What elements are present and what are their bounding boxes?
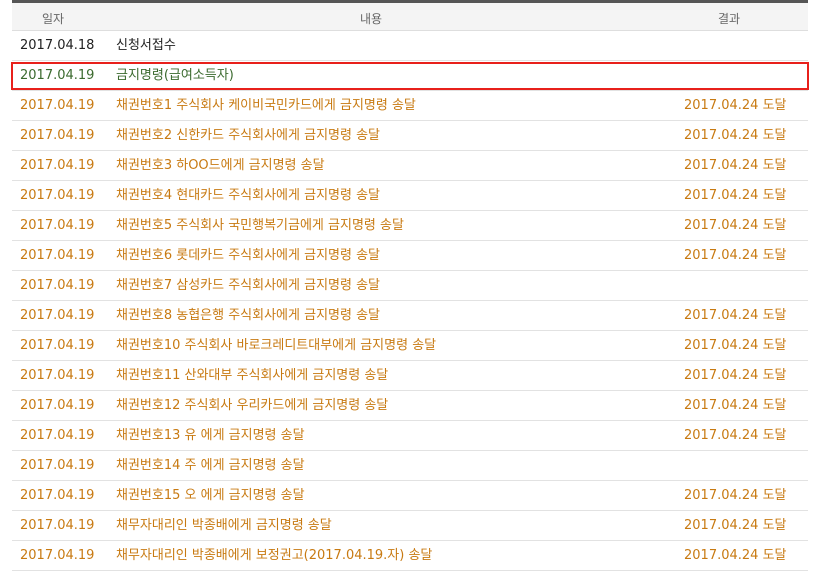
row-date: 2017.04.19 xyxy=(20,278,95,293)
row-date: 2017.04.19 xyxy=(20,308,95,323)
table-row: 2017.04.19 채권번호8 농협은행 주식회사에게 금지명령 송달 2017.… xyxy=(12,301,808,331)
row-date: 2017.04.19 xyxy=(20,68,95,83)
table-row: 2017.04.19 채권번호1 주식회사 케이비국민카드에게 금지명령 송달 20… xyxy=(12,91,808,121)
row-date: 2017.04.19 xyxy=(20,368,95,383)
row-result: 2017.04.24 도달 xyxy=(684,488,787,503)
row-date: 2017.04.19 xyxy=(20,398,95,413)
row-content: 채권번호6 롯데카드 주식회사에게 금지명령 송달 xyxy=(116,248,381,263)
row-date: 2017.04.19 xyxy=(20,98,95,113)
row-result: 2017.04.24 도달 xyxy=(684,548,787,563)
row-date: 2017.04.19 xyxy=(20,488,95,503)
table-row: 2017.04.19 채권번호12 주식회사 우리카드에게 금지명령 송달 2017… xyxy=(12,391,808,421)
column-header-date: 일자 xyxy=(42,12,65,26)
row-date: 2017.04.19 xyxy=(20,158,95,173)
table-row: 2017.04.19 채무자대리인 박종배에게 보정권고(2017.04.19.자… xyxy=(12,541,808,571)
row-date: 2017.04.19 xyxy=(20,548,95,563)
row-date: 2017.04.19 xyxy=(20,188,95,203)
row-date: 2017.04.18 xyxy=(20,38,95,53)
table-row: 2017.04.19 채권번호4 현대카드 주식회사에게 금지명령 송달 2017.… xyxy=(12,181,808,211)
row-content: 채권번호12 주식회사 우리카드에게 금지명령 송달 xyxy=(116,398,389,413)
row-result: 2017.04.24 도달 xyxy=(684,158,787,173)
row-content: 신청서접수 xyxy=(116,38,176,53)
row-date: 2017.04.19 xyxy=(20,458,95,473)
case-history-table: 일자 내용 결과 2017.04.18 신청서접수 2017.04.19 금지명령(급… xyxy=(11,0,809,571)
table-row: 2017.04.18 신청서접수 xyxy=(12,31,808,61)
table-row-highlighted: 2017.04.19 금지명령(급여소득자) xyxy=(11,61,809,91)
row-content: 채권번호13 유 에게 금지명령 송달 xyxy=(116,428,305,443)
row-content: 채무자대리인 박종배에게 보정권고(2017.04.19.자) 송달 xyxy=(116,548,433,563)
row-content: 채무자대리인 박종배에게 금지명령 송달 xyxy=(116,518,332,533)
row-result: 2017.04.24 도달 xyxy=(684,518,787,533)
row-result: 2017.04.24 도달 xyxy=(684,428,787,443)
row-content: 채권번호8 농협은행 주식회사에게 금지명령 송달 xyxy=(116,308,381,323)
table-row: 2017.04.19 채권번호2 신한카드 주식회사에게 금지명령 송달 2017.… xyxy=(12,121,808,151)
table-row: 2017.04.19 채권번호10 주식회사 바로크레디트대부에게 금지명령 송달… xyxy=(12,331,808,361)
row-content: 채권번호14 주 에게 금지명령 송달 xyxy=(116,458,305,473)
table-row: 2017.04.19 채권번호13 유 에게 금지명령 송달 2017.04.24 … xyxy=(12,421,808,451)
table-body: 2017.04.18 신청서접수 2017.04.19 금지명령(급여소득자) 2017… xyxy=(11,31,809,571)
row-result: 2017.04.24 도달 xyxy=(684,338,787,353)
column-header-content: 내용 xyxy=(360,12,383,26)
table-header: 일자 내용 결과 xyxy=(12,0,808,31)
row-result: 2017.04.24 도달 xyxy=(684,218,787,233)
row-result: 2017.04.24 도달 xyxy=(684,248,787,263)
row-content: 채권번호11 산와대부 주식회사에게 금지명령 송달 xyxy=(116,368,389,383)
row-content: 채권번호2 신한카드 주식회사에게 금지명령 송달 xyxy=(116,128,381,143)
row-date: 2017.04.19 xyxy=(20,338,95,353)
row-result: 2017.04.24 도달 xyxy=(684,368,787,383)
table-row: 2017.04.19 채권번호3 하OO드에게 금지명령 송달 2017.04.24… xyxy=(12,151,808,181)
row-content: 채권번호15 오 에게 금지명령 송달 xyxy=(116,488,305,503)
row-content: 채권번호1 주식회사 케이비국민카드에게 금지명령 송달 xyxy=(116,98,416,113)
row-date: 2017.04.19 xyxy=(20,248,95,263)
row-content: 채권번호5 주식회사 국민행복기금에게 금지명령 송달 xyxy=(116,218,404,233)
row-date: 2017.04.19 xyxy=(20,128,95,143)
row-result: 2017.04.24 도달 xyxy=(684,308,787,323)
row-content: 금지명령(급여소득자) xyxy=(116,68,234,83)
table-row: 2017.04.19 채권번호15 오 에게 금지명령 송달 2017.04.24 … xyxy=(12,481,808,511)
row-date: 2017.04.19 xyxy=(20,428,95,443)
row-result: 2017.04.24 도달 xyxy=(684,98,787,113)
table-row: 2017.04.19 채권번호5 주식회사 국민행복기금에게 금지명령 송달 201… xyxy=(12,211,808,241)
row-content: 채권번호3 하OO드에게 금지명령 송달 xyxy=(116,158,325,173)
column-header-result: 결과 xyxy=(718,12,741,26)
row-result: 2017.04.24 도달 xyxy=(684,128,787,143)
table-row: 2017.04.19 채권번호7 삼성카드 주식회사에게 금지명령 송달 xyxy=(12,271,808,301)
table-row: 2017.04.19 채무자대리인 박종배에게 금지명령 송달 2017.04.24… xyxy=(12,511,808,541)
row-date: 2017.04.19 xyxy=(20,518,95,533)
table-row: 2017.04.19 채권번호6 롯데카드 주식회사에게 금지명령 송달 2017.… xyxy=(12,241,808,271)
row-content: 채권번호10 주식회사 바로크레디트대부에게 금지명령 송달 xyxy=(116,338,437,353)
row-content: 채권번호7 삼성카드 주식회사에게 금지명령 송달 xyxy=(116,278,381,293)
row-content: 채권번호4 현대카드 주식회사에게 금지명령 송달 xyxy=(116,188,381,203)
row-date: 2017.04.19 xyxy=(20,218,95,233)
row-result: 2017.04.24 도달 xyxy=(684,188,787,203)
table-row: 2017.04.19 채권번호11 산와대부 주식회사에게 금지명령 송달 2017… xyxy=(12,361,808,391)
row-result: 2017.04.24 도달 xyxy=(684,398,787,413)
table-row: 2017.04.19 채권번호14 주 에게 금지명령 송달 xyxy=(12,451,808,481)
